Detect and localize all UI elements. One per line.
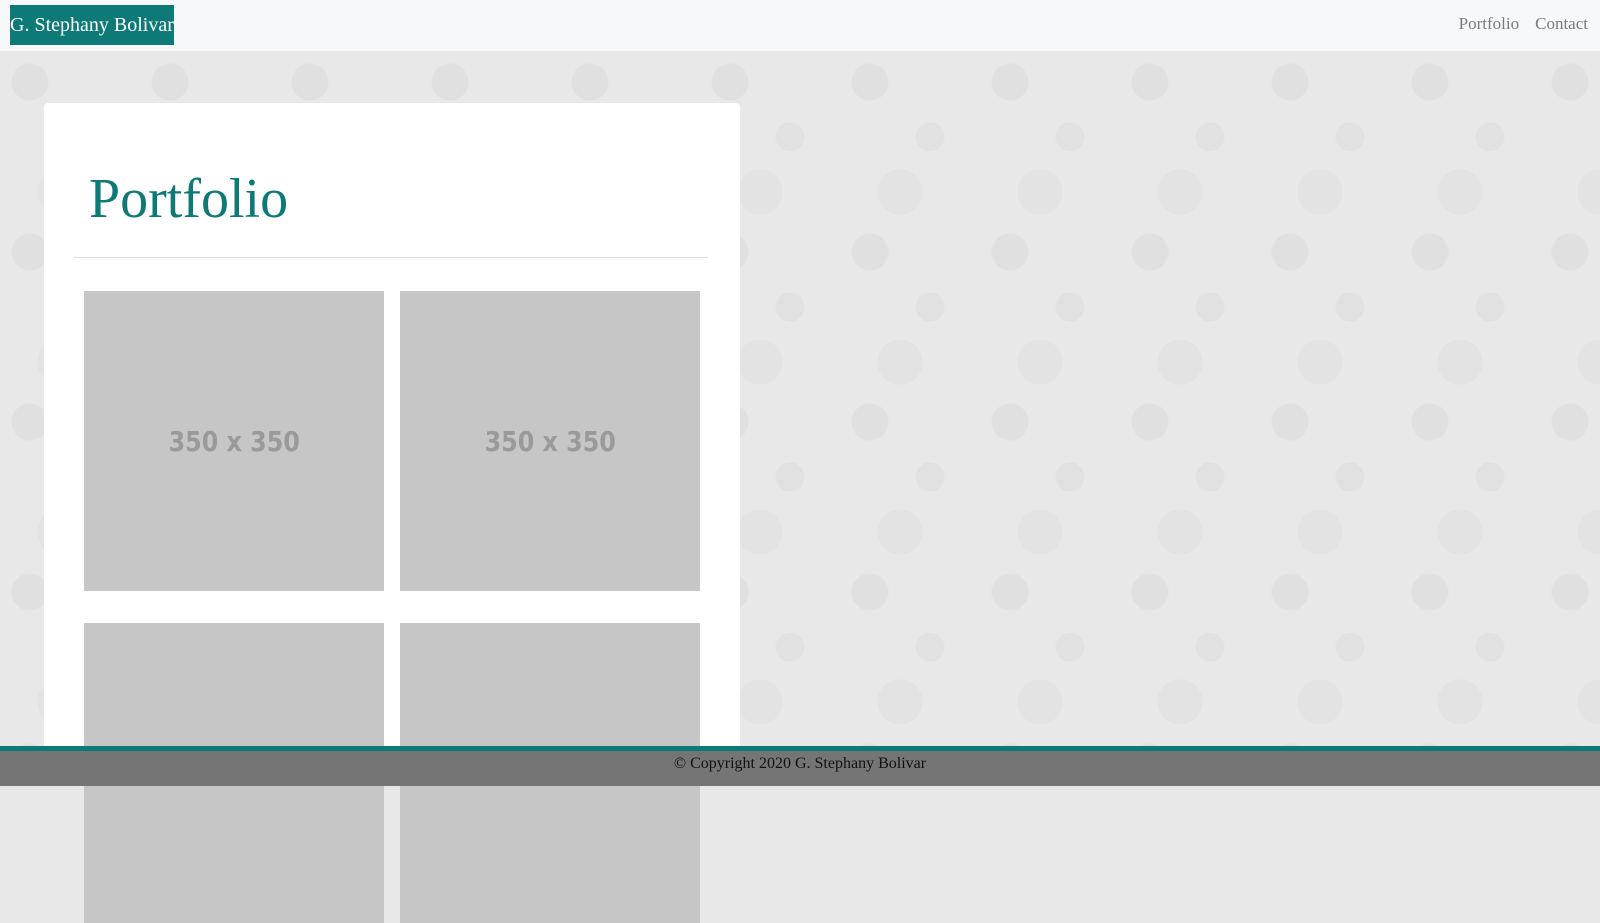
title-divider	[74, 257, 708, 258]
thumbnail-label: 350 x 350	[484, 424, 616, 458]
nav-link-contact[interactable]: Contact	[1535, 14, 1588, 34]
navbar: G. Stephany Bolivar Portfolio Contact	[0, 0, 1600, 52]
footer: © Copyright 2020 G. Stephany Bolivar	[0, 746, 1600, 786]
page-title: Portfolio	[89, 168, 289, 230]
copyright-text: © Copyright 2020 G. Stephany Bolivar	[673, 755, 927, 772]
brand-link[interactable]: G. Stephany Bolivar	[10, 5, 174, 45]
portfolio-card: Portfolio 350 x 350 350 x 350	[44, 103, 740, 923]
thumbnail-label: 350 x 350	[168, 424, 300, 458]
portfolio-thumbnail[interactable]: 350 x 350	[84, 291, 384, 591]
portfolio-thumbnail[interactable]: 350 x 350	[400, 291, 700, 591]
nav-link-portfolio[interactable]: Portfolio	[1459, 14, 1519, 34]
nav-links: Portfolio Contact	[1459, 14, 1588, 34]
